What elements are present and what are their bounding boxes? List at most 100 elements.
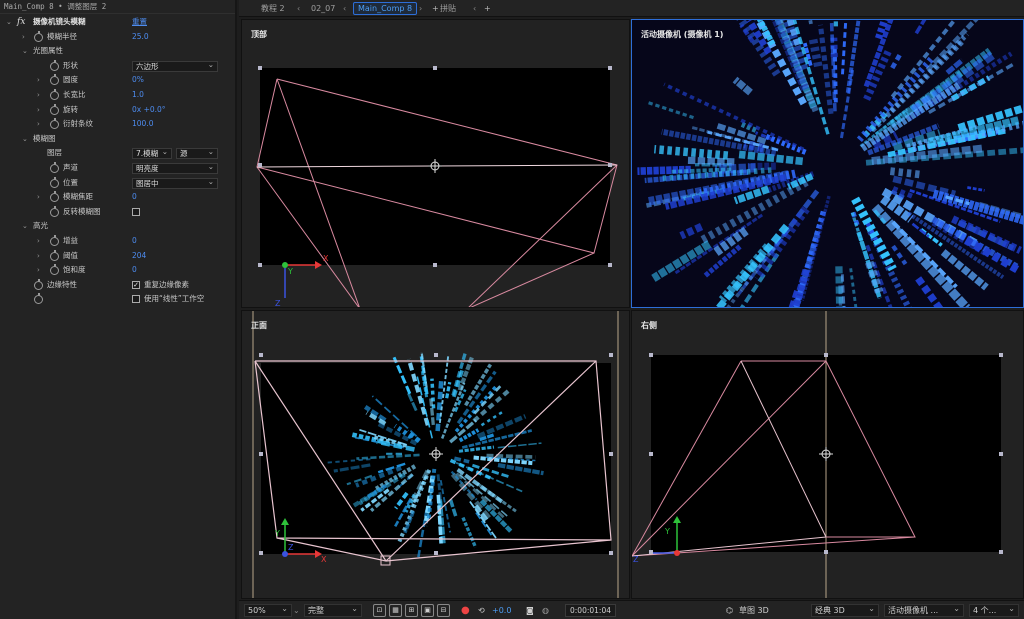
param-value[interactable]: 0% xyxy=(132,73,144,88)
param-threshold[interactable]: › 阈值 204 xyxy=(0,249,235,264)
chevron-right-icon[interactable]: › xyxy=(37,190,40,205)
param-value[interactable]: 204 xyxy=(132,249,146,264)
param-saturation[interactable]: › 饱和度 0 xyxy=(0,263,235,278)
chevron-right-icon[interactable]: › xyxy=(22,30,25,45)
chevron-down-icon[interactable]: ⌄ xyxy=(22,219,28,234)
views-layout-select[interactable]: 4 个... xyxy=(969,603,1019,617)
chevron-left-icon[interactable]: ‹ xyxy=(297,0,300,17)
plus-icon[interactable]: + xyxy=(484,0,491,17)
chevron-right-icon[interactable]: › xyxy=(37,263,40,278)
chevron-right-icon[interactable]: › xyxy=(37,88,40,103)
stopwatch-icon[interactable] xyxy=(50,264,59,276)
chevron-left-icon[interactable]: ‹ xyxy=(343,0,346,17)
param-value[interactable]: 0 xyxy=(132,234,137,249)
fx-icon[interactable]: fx xyxy=(17,15,25,30)
tab-main-comp-8[interactable]: Main_Comp 8 xyxy=(353,2,418,15)
stopwatch-icon[interactable] xyxy=(50,118,59,130)
chevron-right-icon[interactable]: › xyxy=(37,249,40,264)
chevron-down-icon[interactable]: ⌄ xyxy=(293,604,300,617)
exposure-value[interactable]: +0.0 xyxy=(492,604,511,617)
param-blur-focal[interactable]: › 模糊焦距 0 xyxy=(0,190,235,205)
stopwatch-icon[interactable] xyxy=(50,89,59,100)
param-rotation[interactable]: › 旋转 0x +0.0° xyxy=(0,103,235,118)
stopwatch-icon[interactable] xyxy=(34,30,43,42)
param-value[interactable]: 25.0 xyxy=(132,30,149,45)
layer-source-select[interactable]: 源 xyxy=(176,147,218,160)
stopwatch-icon[interactable] xyxy=(50,205,59,217)
camera-view-select[interactable]: 活动摄像机 ... xyxy=(884,603,964,617)
grid-icon[interactable]: ⊟ xyxy=(437,604,450,617)
timecode-display[interactable]: 0:00:01:04 xyxy=(565,604,616,617)
group-blur-map[interactable]: ⌄ 模糊图 xyxy=(0,132,235,147)
param-diffraction[interactable]: › 衍射条纹 100.0 xyxy=(0,117,235,132)
resolution-select[interactable]: 完整 xyxy=(304,603,362,617)
chevron-right-icon[interactable]: › xyxy=(37,103,40,118)
chevron-right-icon[interactable]: › xyxy=(37,234,40,249)
repeat-edge-checkbox[interactable]: ✓ xyxy=(132,280,140,289)
color-channel-icon[interactable]: ● xyxy=(461,604,470,617)
param-aspect-ratio[interactable]: › 长宽比 1.0 xyxy=(0,88,235,103)
chevron-right-icon[interactable]: › xyxy=(419,0,422,17)
reset-link[interactable]: 重置 xyxy=(132,15,147,30)
tab-previous[interactable]: 教程 2 xyxy=(261,0,285,17)
chevron-down-icon[interactable]: ⌄ xyxy=(22,132,28,147)
snapshot-camera-icon[interactable]: ◙ xyxy=(526,604,534,617)
stopwatch-icon[interactable] xyxy=(34,293,43,305)
shape-select[interactable]: 六边形 xyxy=(132,60,218,72)
param-channel[interactable]: 声道 明亮度 xyxy=(0,161,235,176)
param-edge-behavior[interactable]: 边缘特性 ✓ 重复边缘像素 xyxy=(0,278,235,293)
param-value[interactable]: 0x +0.0° xyxy=(132,103,166,118)
param-blur-radius[interactable]: › 模糊半径 25.0 xyxy=(0,30,235,45)
show-snapshot-icon[interactable]: ◍ xyxy=(542,604,549,617)
param-gain[interactable]: › 增益 0 xyxy=(0,234,235,249)
stopwatch-icon[interactable] xyxy=(50,235,59,246)
viewport-front[interactable]: X Y Z 正面 xyxy=(241,310,630,599)
stopwatch-icon[interactable] xyxy=(34,278,43,290)
fast-preview-icon[interactable]: ⊡ xyxy=(373,604,386,617)
transparency-grid-icon[interactable]: ▦ xyxy=(389,604,402,617)
stopwatch-icon[interactable] xyxy=(50,74,59,86)
plus-icon[interactable]: + xyxy=(432,0,439,17)
group-highlight[interactable]: ⌄ 高光 xyxy=(0,219,235,234)
stopwatch-icon[interactable] xyxy=(50,59,59,71)
region-of-interest-icon[interactable]: ▣ xyxy=(421,604,434,617)
mask-visibility-icon[interactable]: ⊞ xyxy=(405,604,418,617)
param-value[interactable]: 1.0 xyxy=(132,88,144,103)
position-select[interactable]: 图居中 xyxy=(132,177,218,189)
param-layer[interactable]: 图层 7.模糊 源 xyxy=(0,146,235,161)
stopwatch-icon[interactable] xyxy=(50,191,59,203)
layer-select[interactable]: 7.模糊 xyxy=(132,147,172,160)
param-value[interactable]: 0 xyxy=(132,190,137,205)
exposure-reset-icon[interactable]: ⟲ xyxy=(478,604,485,617)
channel-select[interactable]: 明亮度 xyxy=(132,162,218,174)
viewport-right[interactable]: Z Y 右侧 xyxy=(631,310,1024,599)
chevron-down-icon[interactable]: ⌄ xyxy=(22,44,28,59)
chevron-right-icon[interactable]: › xyxy=(37,73,40,88)
chevron-down-icon[interactable]: ⌄ xyxy=(6,15,12,30)
group-iris-properties[interactable]: ⌄ 光圈属性 xyxy=(0,44,235,59)
chevron-left-icon[interactable]: ‹ xyxy=(473,0,476,17)
param-value[interactable]: 0 xyxy=(132,263,137,278)
param-invert-blur-map[interactable]: 反转模糊图 xyxy=(0,205,235,220)
param-linear-workspace[interactable]: 使用“线性”工作空 xyxy=(0,292,235,307)
draft-3d-toggle[interactable]: 草图 3D xyxy=(739,604,769,617)
stopwatch-icon[interactable] xyxy=(50,162,59,173)
tab-02-07[interactable]: 02_07 xyxy=(311,0,335,17)
zoom-select[interactable]: 50% xyxy=(244,603,292,617)
paste-tab[interactable]: 拼贴 xyxy=(440,0,456,17)
chevron-right-icon[interactable]: › xyxy=(37,117,40,132)
viewport-top[interactable]: X Y Z 顶部 xyxy=(241,19,630,308)
invert-checkbox[interactable] xyxy=(132,207,140,216)
stopwatch-icon[interactable] xyxy=(50,249,59,261)
stopwatch-icon[interactable] xyxy=(50,176,59,188)
viewport-active-camera[interactable]: 活动摄像机 (摄像机 1) xyxy=(631,19,1024,308)
param-position[interactable]: 位置 图居中 xyxy=(0,176,235,191)
renderer-select[interactable]: 经典 3D xyxy=(811,603,879,617)
param-shape[interactable]: 形状 六边形 xyxy=(0,59,235,74)
linear-workspace-checkbox[interactable] xyxy=(132,295,140,304)
stopwatch-icon[interactable] xyxy=(50,103,59,115)
draft-3d-icon[interactable]: ⌬ xyxy=(726,604,733,617)
param-value[interactable]: 100.0 xyxy=(132,117,153,132)
param-roundness[interactable]: › 圆度 0% xyxy=(0,73,235,88)
effect-header[interactable]: ⌄ fx 摄像机镜头模糊 重置 xyxy=(0,15,235,30)
